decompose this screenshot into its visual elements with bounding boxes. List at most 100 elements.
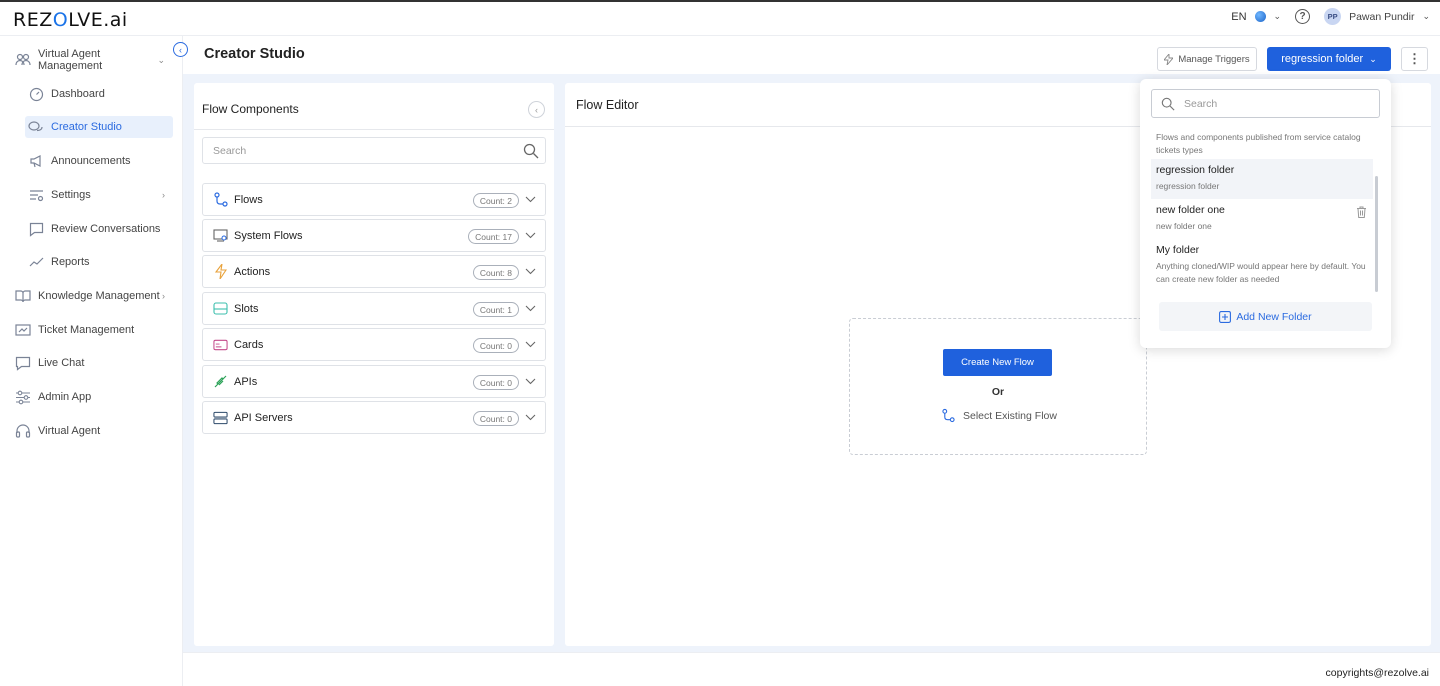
help-icon[interactable]: ? [1295, 9, 1311, 24]
sidebar-item-label: Reports [51, 256, 90, 268]
ticket-icon [15, 322, 31, 338]
chevron-down-icon[interactable] [524, 375, 537, 388]
live-chat-icon [15, 355, 31, 371]
search-icon[interactable] [523, 143, 539, 159]
select-existing-label: Select Existing Flow [963, 409, 1057, 422]
chevron-down-icon[interactable] [524, 265, 537, 278]
folder-item-service-catalog[interactable]: Flows and components published from serv… [1151, 124, 1373, 162]
folder-select-button[interactable]: regression folder ⌄ [1267, 47, 1391, 71]
create-new-flow-button[interactable]: Create New Flow [943, 349, 1052, 376]
component-row-system-flows[interactable]: System Flows Count: 17 [202, 219, 546, 252]
server-icon [213, 410, 228, 425]
sidebar-item-label: Live Chat [38, 357, 85, 369]
book-icon [15, 288, 31, 304]
trend-icon [28, 254, 44, 270]
sidebar-item-live-chat[interactable]: Live Chat [15, 352, 175, 374]
add-folder-label: Add New Folder [1236, 310, 1312, 323]
chevron-down-icon[interactable] [524, 229, 537, 242]
gauge-icon [28, 86, 44, 102]
folder-item-regression-folder[interactable]: regression folder regression folder [1151, 159, 1373, 199]
chevron-down-icon[interactable] [524, 411, 537, 424]
component-row-apis[interactable]: APIs Count: 0 [202, 365, 546, 398]
users-gear-icon [15, 52, 31, 68]
sidebar-collapse-button[interactable]: ‹ [173, 42, 188, 57]
folder-description: Anything cloned/WIP would appear here by… [1156, 261, 1366, 284]
sidebar-item-label: Announcements [51, 155, 131, 167]
lightning-icon [213, 264, 228, 279]
component-label: Flows [234, 193, 263, 206]
flow-drop-zone: Create New Flow Or Select Existing Flow [849, 318, 1147, 455]
sidebar-item-dashboard[interactable]: Dashboard [28, 83, 173, 105]
select-existing-flow-link[interactable]: Select Existing Flow [942, 408, 1057, 423]
chevron-down-icon: ⌄ [1369, 53, 1377, 64]
chevron-down-icon[interactable] [524, 302, 537, 315]
sidebar-item-review-conversations[interactable]: Review Conversations [28, 218, 173, 240]
rezolve-logo[interactable]: REZOLVE.ai [13, 9, 128, 31]
flow-components-panel: Flow Components ‹ Search Flows Count: 2 … [194, 83, 554, 646]
folder-list-scrollbar[interactable] [1375, 176, 1378, 292]
count-badge: Count: 2 [472, 193, 519, 208]
megaphone-icon [28, 153, 44, 169]
component-row-actions[interactable]: Actions Count: 8 [202, 255, 546, 288]
folder-name: regression folder [1156, 164, 1235, 176]
globe-icon[interactable] [1254, 11, 1266, 22]
sidebar-item-virtual-agent[interactable]: Virtual Agent [15, 420, 175, 442]
count-badge: Count: 8 [472, 265, 519, 280]
sidebar-item-admin-app[interactable]: Admin App [15, 386, 175, 408]
folder-item-new-folder-one[interactable]: new folder one new folder one [1151, 199, 1373, 238]
component-row-cards[interactable]: Cards Count: 0 [202, 328, 546, 361]
copyright-text: copyrights@rezolve.ai [1325, 667, 1429, 679]
sidebar-item-settings[interactable]: Settings › [28, 184, 165, 206]
card-icon [213, 337, 228, 352]
sidebar-item-creator-studio[interactable]: Creator Studio [25, 116, 173, 138]
folder-search-input[interactable]: Search [1151, 89, 1380, 118]
plus-square-icon [1219, 310, 1232, 323]
sidebar-item-reports[interactable]: Reports [28, 251, 173, 273]
language-label[interactable]: EN [1231, 11, 1246, 23]
user-name[interactable]: Pawan Pundir [1349, 11, 1414, 23]
flow-components-title: Flow Components [202, 102, 299, 116]
count-badge: Count: 0 [472, 411, 519, 426]
slots-icon [213, 301, 228, 316]
sidebar: Virtual Agent Management ⌄ Dashboard Cre… [0, 36, 183, 686]
sidebar-item-label: Creator Studio [51, 121, 122, 133]
sidebar-item-virtual-agent-management[interactable]: Virtual Agent Management ⌄ [15, 48, 165, 72]
count-badge: Count: 1 [472, 302, 519, 317]
sidebar-item-knowledge-management[interactable]: Knowledge Management › [15, 285, 165, 307]
component-row-flows[interactable]: Flows Count: 2 [202, 183, 546, 216]
language-chevron-icon[interactable]: ⌄ [1274, 11, 1282, 22]
sidebar-item-label: Dashboard [51, 88, 105, 100]
count-badge: Count: 0 [472, 338, 519, 353]
sidebar-item-ticket-management[interactable]: Ticket Management [15, 319, 175, 341]
component-row-slots[interactable]: Slots Count: 1 [202, 292, 546, 325]
sidebar-item-label: Review Conversations [51, 223, 161, 235]
api-plug-icon [213, 374, 228, 389]
components-search-input[interactable]: Search [202, 137, 546, 164]
sidebar-item-announcements[interactable]: Announcements [28, 150, 173, 172]
chevron-down-icon[interactable] [524, 193, 537, 206]
search-placeholder: Search [213, 144, 247, 157]
or-separator: Or [991, 386, 1005, 398]
add-new-folder-button[interactable]: Add New Folder [1159, 302, 1372, 331]
collapse-panel-button[interactable]: ‹ [528, 101, 545, 118]
component-label: Slots [234, 302, 259, 315]
count-badge: Count: 17 [468, 229, 519, 244]
chevron-down-icon[interactable] [524, 338, 537, 351]
avatar[interactable]: PP [1324, 8, 1342, 25]
page-title: Creator Studio [204, 46, 305, 62]
component-row-api-servers[interactable]: API Servers Count: 0 [202, 401, 546, 434]
folder-dropdown: Search Flows and components published fr… [1140, 79, 1391, 348]
sidebar-item-label: Virtual Agent Management [38, 48, 103, 72]
user-menu-chevron-icon[interactable]: ⌄ [1422, 11, 1430, 22]
headset-icon [15, 423, 31, 439]
system-flows-icon [213, 228, 228, 243]
manage-triggers-button[interactable]: Manage Triggers [1157, 47, 1257, 71]
component-label: APIs [234, 375, 258, 388]
folder-name: My folder [1156, 244, 1200, 256]
trash-icon[interactable] [1356, 206, 1367, 218]
more-options-button[interactable]: ⋮ [1401, 47, 1428, 71]
search-placeholder: Search [1184, 97, 1218, 110]
chat-bubbles-icon [28, 119, 44, 135]
search-icon [1161, 97, 1175, 111]
folder-item-my-folder[interactable]: My folder Anything cloned/WIP would appe… [1151, 239, 1373, 291]
